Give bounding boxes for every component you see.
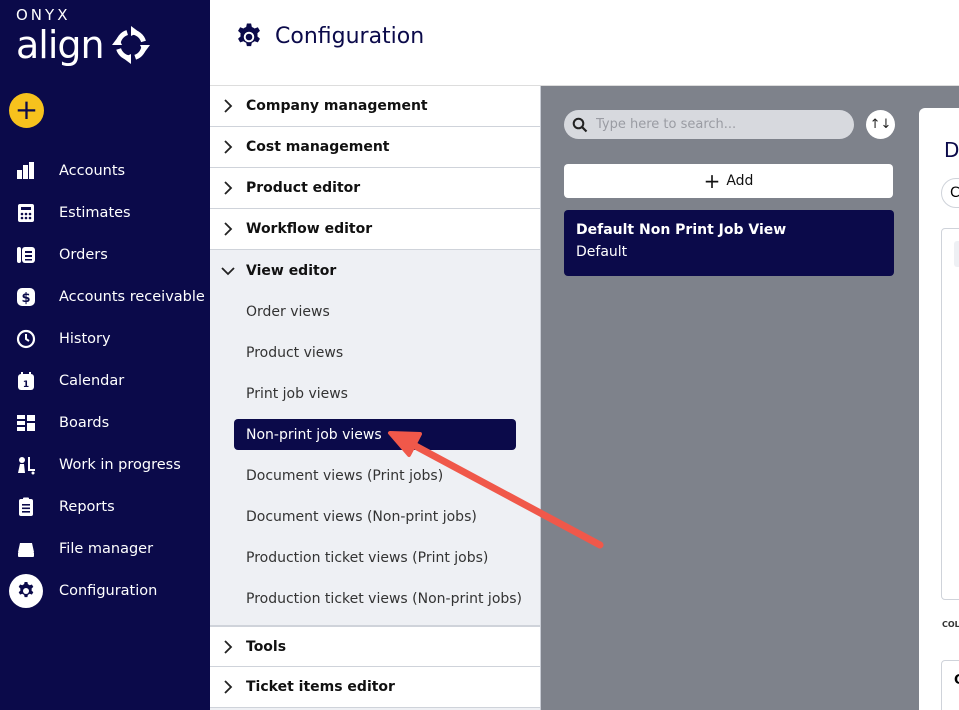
- sidebar-item-history[interactable]: History: [0, 318, 210, 360]
- views-list-panel: ↑↓ + Add Default Non Print Job View Defa…: [541, 86, 919, 710]
- sync-logo-icon: [111, 26, 150, 64]
- menu-item-print-job-views[interactable]: Print job views: [210, 373, 540, 414]
- page-title: Configuration: [275, 24, 425, 49]
- menu-item-product-views[interactable]: Product views: [210, 332, 540, 373]
- reports-icon: [9, 490, 43, 524]
- detail-box: [941, 228, 959, 600]
- view-card-title: Default Non Print Job View: [576, 222, 787, 238]
- chevron-right-icon: [210, 139, 246, 155]
- sidebar-item-work-in-progress[interactable]: Work in progress: [0, 444, 210, 486]
- section-cost-management[interactable]: Cost management: [210, 127, 540, 168]
- section-label: View editor: [246, 262, 337, 279]
- chevron-right-icon: [210, 98, 246, 114]
- sidebar-item-accounts-receivable[interactable]: $ Accounts receivable: [0, 276, 210, 318]
- detail-title: D: [944, 138, 959, 162]
- plus-icon: +: [703, 169, 721, 193]
- page-header: Configuration: [210, 0, 959, 86]
- gear-icon: [238, 23, 260, 47]
- section-ticket-items-editor[interactable]: Ticket items editor: [210, 667, 540, 708]
- section-product-editor[interactable]: Product editor: [210, 168, 540, 209]
- sidebar: ONYX align + Accounts Estimates Orders $…: [0, 0, 210, 710]
- boards-icon: [9, 406, 43, 440]
- sidebar-item-label: Work in progress: [59, 457, 181, 473]
- sidebar-item-label: Calendar: [59, 373, 125, 389]
- sidebar-item-label: Boards: [59, 415, 110, 431]
- brand-top-text: ONYX: [16, 6, 71, 24]
- section-label: Workflow editor: [246, 221, 373, 237]
- section-label: Tools: [246, 638, 287, 655]
- sidebar-item-accounts[interactable]: Accounts: [0, 150, 210, 192]
- brand-main-text: align: [16, 23, 105, 67]
- brand-main: align: [16, 24, 152, 66]
- file-manager-icon: [9, 532, 43, 566]
- sidebar-item-orders[interactable]: Orders: [0, 234, 210, 276]
- history-icon: [9, 322, 43, 356]
- dollar-icon: $: [9, 280, 43, 314]
- config-menu: Company management Cost management Produ…: [210, 86, 541, 710]
- brand-logo[interactable]: ONYX align: [16, 6, 152, 66]
- sidebar-item-calendar[interactable]: 1 Calendar: [0, 360, 210, 402]
- search-icon: [572, 117, 588, 132]
- sidebar-item-label: Accounts receivable: [59, 289, 205, 305]
- chevron-right-icon: [210, 639, 246, 655]
- orders-icon: [9, 238, 43, 272]
- chevron-right-icon: [210, 180, 246, 196]
- sidebar-item-label: Configuration: [59, 583, 158, 599]
- sidebar-item-label: Reports: [59, 499, 115, 515]
- section-label: Cost management: [246, 139, 390, 155]
- detail-chip[interactable]: [954, 241, 959, 267]
- menu-item-order-views[interactable]: Order views: [210, 291, 540, 332]
- work-in-progress-icon: [9, 448, 43, 482]
- add-view-button[interactable]: + Add: [564, 164, 893, 198]
- add-view-label: Add: [726, 173, 754, 189]
- menu-item-production-ticket-views-non-print[interactable]: Production ticket views (Non-print jobs): [210, 578, 540, 619]
- detail-box-2[interactable]: C: [941, 660, 959, 710]
- sidebar-item-label: Estimates: [59, 205, 131, 221]
- menu-item-document-views-print[interactable]: Document views (Print jobs): [210, 455, 540, 496]
- accounts-icon: [9, 154, 43, 188]
- chevron-right-icon: [210, 221, 246, 237]
- sidebar-item-label: Accounts: [59, 163, 126, 179]
- section-tools[interactable]: Tools: [210, 626, 540, 667]
- svg-text:$: $: [21, 291, 30, 306]
- section-label: Ticket items editor: [246, 679, 395, 695]
- calendar-icon: 1: [9, 364, 43, 398]
- chevron-down-icon: [210, 263, 246, 279]
- search-input[interactable]: [596, 117, 836, 132]
- section-label: Product editor: [246, 180, 361, 196]
- menu-item-document-views-non-print[interactable]: Document views (Non-print jobs): [210, 496, 540, 537]
- menu-item-non-print-job-views[interactable]: Non-print job views: [234, 419, 516, 450]
- section-company-management[interactable]: Company management: [210, 86, 540, 127]
- section-view-editor[interactable]: View editor: [210, 250, 540, 291]
- sidebar-item-boards[interactable]: Boards: [0, 402, 210, 444]
- sidebar-item-reports[interactable]: Reports: [0, 486, 210, 528]
- sidebar-item-label: File manager: [59, 541, 154, 557]
- sort-button[interactable]: ↑↓: [866, 110, 895, 139]
- section-label: Company management: [246, 98, 428, 114]
- detail-pill[interactable]: C: [941, 178, 959, 208]
- estimates-icon: [9, 196, 43, 230]
- view-editor-list: Order views Product views Print job view…: [210, 291, 540, 626]
- gear-icon: [9, 574, 43, 608]
- quick-add-button[interactable]: +: [9, 93, 44, 128]
- section-workflow-editor[interactable]: Workflow editor: [210, 209, 540, 250]
- chevron-right-icon: [210, 679, 246, 695]
- svg-text:1: 1: [23, 380, 29, 390]
- detail-panel: D C COL C: [919, 108, 959, 710]
- sidebar-item-label: History: [59, 331, 111, 347]
- menu-item-production-ticket-views-print[interactable]: Production ticket views (Print jobs): [210, 537, 540, 578]
- view-card[interactable]: Default Non Print Job View Default: [564, 210, 894, 276]
- sidebar-item-file-manager[interactable]: File manager: [0, 528, 210, 570]
- detail-caption: COL: [942, 620, 959, 629]
- sidebar-item-label: Orders: [59, 247, 108, 263]
- sidebar-item-configuration[interactable]: Configuration: [0, 570, 210, 612]
- sidebar-nav: Accounts Estimates Orders $ Accounts rec…: [0, 150, 210, 612]
- sidebar-item-estimates[interactable]: Estimates: [0, 192, 210, 234]
- view-card-subtitle: Default: [576, 244, 628, 260]
- search-box: [564, 110, 854, 139]
